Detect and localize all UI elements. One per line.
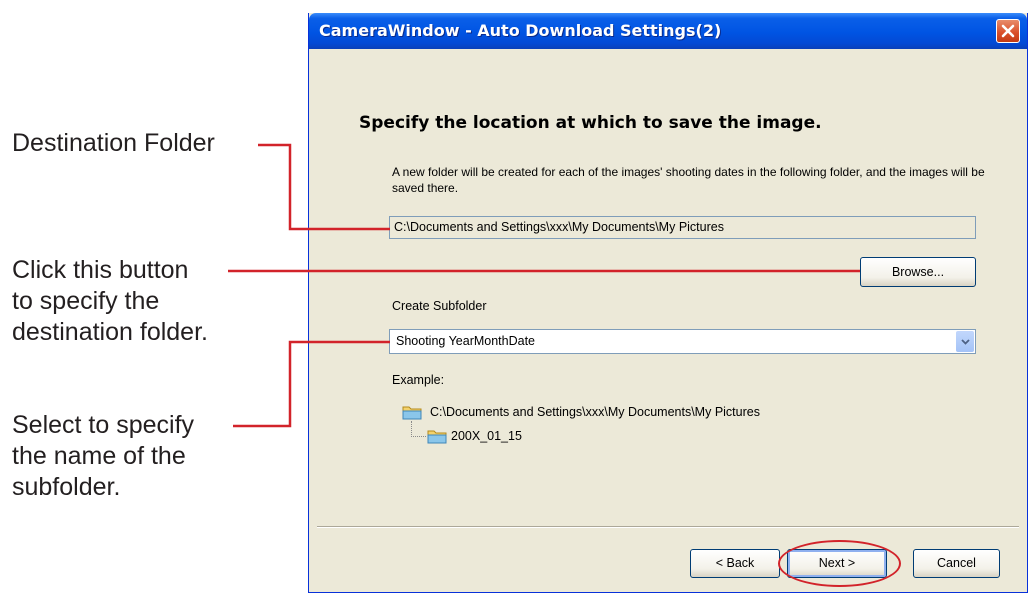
callout-line-destination [258,143,390,231]
callout-lines [228,143,860,428]
callout-line-subfolder [233,340,390,428]
